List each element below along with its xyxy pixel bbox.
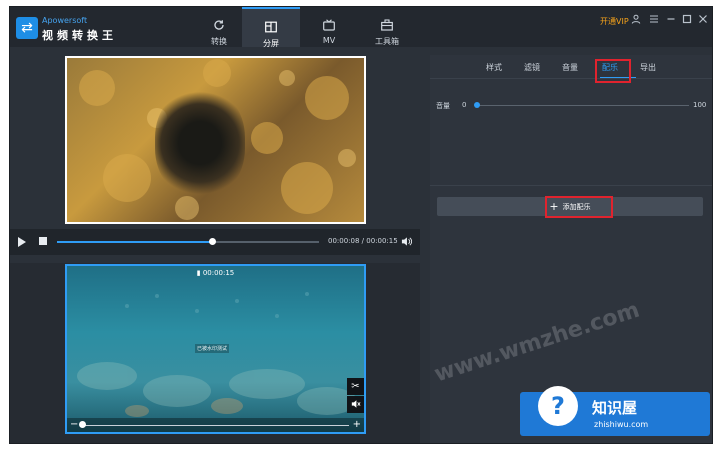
playback-time: 00:00:08 / 00:00:15 [328, 237, 398, 245]
tab-mv-label: MV [322, 36, 336, 45]
camera-icon: ▮ [196, 269, 201, 277]
seek-bar-handle[interactable] [208, 238, 216, 245]
close-icon[interactable] [698, 14, 708, 24]
maximize-icon[interactable] [682, 14, 692, 24]
list-icon[interactable] [649, 14, 659, 24]
zoom-in-icon[interactable]: + [353, 419, 361, 430]
clip-track-area: ▮ 00:00:15 已被水印测试 ✂ − + [10, 263, 420, 443]
app-window: ⇄ Apowersoft 视频转换王 转换 分屏 MV 工具箱 开通VIP 00… [9, 6, 713, 444]
refresh-icon [214, 20, 224, 30]
tab-split-screen-label: 分屏 [263, 39, 279, 48]
mute-icon[interactable] [347, 396, 364, 413]
tabs-divider [430, 78, 712, 79]
seek-bar[interactable] [57, 238, 319, 245]
tab-export[interactable]: 导出 [640, 62, 656, 73]
play-icon[interactable] [18, 237, 26, 247]
toolbox-icon [381, 19, 393, 31]
volume-label: 音量 [436, 102, 450, 110]
app-logo-icon: ⇄ [16, 17, 38, 39]
tab-filter[interactable]: 滤镜 [524, 62, 540, 73]
tab-toolbox[interactable]: 工具箱 [358, 7, 416, 47]
volume-max: 100 [693, 101, 707, 109]
tab-convert[interactable]: 转换 [190, 7, 248, 47]
user-icon[interactable] [631, 14, 641, 24]
volume-slider-handle[interactable] [474, 102, 480, 108]
settings-tabs: 样式 滤镜 音量 配乐 导出 [430, 55, 712, 79]
highlight-box-add-music [545, 196, 613, 218]
preview-area: 00:00:08 / 00:00:15 ▮ 00:00:15 已被水印测试 ✂ … [10, 55, 420, 443]
title-bar: ⇄ Apowersoft 视频转换王 转换 分屏 MV 工具箱 开通VIP [10, 7, 712, 48]
main-video-preview[interactable] [65, 56, 366, 224]
clip-duration: ▮ 00:00:15 [67, 269, 364, 277]
zoom-out-icon[interactable]: − [70, 419, 78, 430]
tab-mv[interactable]: MV [300, 7, 358, 47]
panel-divider [430, 185, 712, 186]
zhishiwu-badge: ? 知识屋 zhishiwu.com [520, 386, 710, 436]
settings-panel: 样式 滤镜 音量 配乐 导出 音量 0 100 + 添加配乐 [430, 55, 712, 443]
tab-style[interactable]: 样式 [486, 62, 502, 73]
question-logo-icon: ? [538, 386, 578, 426]
badge-title: 知识屋 [592, 399, 638, 417]
player-controls: 00:00:08 / 00:00:15 [10, 229, 420, 255]
clip-thumbnail[interactable]: ▮ 00:00:15 已被水印测试 ✂ − + [65, 264, 366, 434]
tab-split-screen[interactable]: 分屏 [242, 7, 300, 48]
volume-row: 音量 0 100 [436, 100, 706, 112]
volume-slider-track[interactable] [476, 105, 689, 106]
highlight-box-music-tab [595, 59, 631, 83]
volume-min: 0 [462, 101, 467, 109]
clip-trim-track[interactable] [81, 425, 349, 426]
stop-icon[interactable] [39, 237, 47, 245]
vip-link[interactable]: 开通VIP [600, 16, 629, 27]
scissors-icon[interactable]: ✂ [347, 378, 364, 395]
app-name: 视频转换王 [42, 29, 117, 42]
tab-toolbox-label: 工具箱 [375, 37, 399, 46]
clip-duration-text: 00:00:15 [202, 269, 235, 277]
clip-watermark-text: 已被水印测试 [195, 344, 230, 353]
clip-trim-handle[interactable] [79, 421, 86, 428]
seek-bar-fill [57, 241, 212, 243]
split-screen-icon [265, 21, 277, 33]
minimize-icon[interactable] [666, 14, 676, 24]
tab-volume[interactable]: 音量 [562, 62, 578, 73]
clip-trim-bar: − + [67, 418, 364, 432]
feather-star-shape [155, 88, 245, 198]
tab-convert-label: 转换 [211, 37, 227, 46]
volume-icon[interactable] [401, 236, 413, 250]
badge-url: zhishiwu.com [594, 420, 649, 429]
tv-icon [323, 19, 335, 31]
brand-name: Apowersoft [42, 16, 88, 25]
